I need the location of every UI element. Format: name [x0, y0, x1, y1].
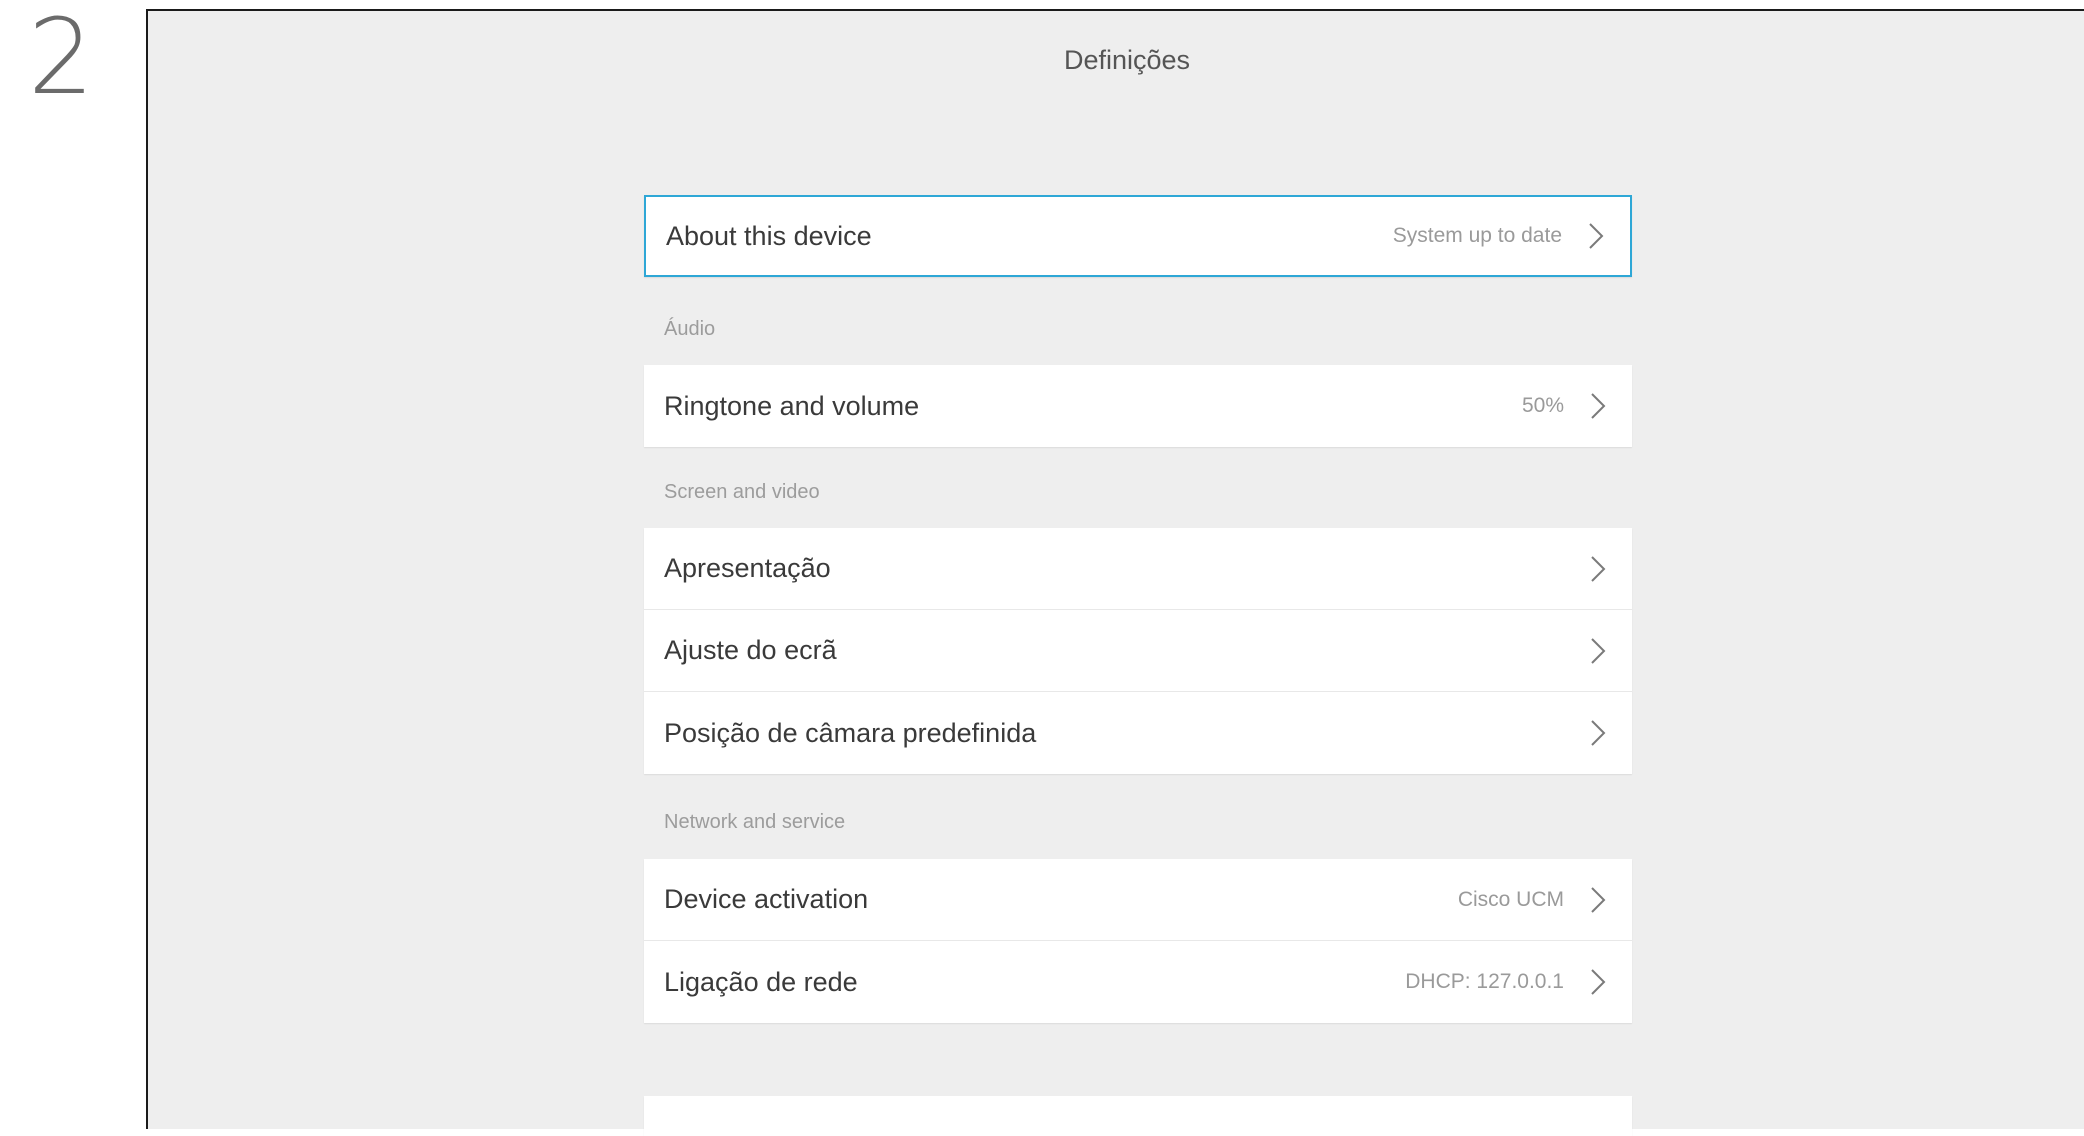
network-connection-value: DHCP: 127.0.0.1: [1405, 970, 1564, 993]
network-connection-item[interactable]: Ligação de rede DHCP: 127.0.0.1: [644, 941, 1632, 1023]
chevron-right-icon: [1591, 886, 1606, 913]
chevron-right-icon: [1591, 393, 1606, 419]
screen-adjust-item[interactable]: Ajuste do ecrã: [644, 610, 1632, 692]
chevron-right-icon: [1589, 223, 1604, 249]
audio-section: Áudio Ringtone and volume 50%: [644, 285, 1632, 447]
ringtone-volume-label: Ringtone and volume: [664, 390, 920, 421]
system-status-value: System up to date: [1392, 224, 1562, 247]
chevron-right-icon: [1591, 720, 1606, 746]
camera-preset-label: Posição de câmara predefinida: [664, 717, 1037, 748]
section-label-network: Network and service: [664, 810, 846, 833]
device-activation-value: Cisco UCM: [1457, 887, 1564, 911]
step-number: 2: [28, 0, 95, 118]
screen-video-card: Apresentação Ajuste do ecrã Posição de c…: [644, 528, 1632, 774]
about-group: About this device System up to date: [644, 195, 1632, 277]
camera-preset-item[interactable]: Posição de câmara predefinida: [644, 692, 1632, 774]
presentation-item[interactable]: Apresentação: [644, 528, 1632, 610]
volume-value: 50%: [1521, 394, 1564, 417]
network-service-section: Network and service Device activation Ci…: [644, 777, 1632, 1023]
page-title: Definições: [1063, 45, 1191, 75]
next-settings-card[interactable]: [644, 1096, 1632, 1136]
section-label-audio: Áudio: [664, 317, 716, 340]
device-activation-item[interactable]: Device activation Cisco UCM: [644, 859, 1632, 941]
screen-video-section: Screen and video Apresentação Ajuste do …: [644, 448, 1632, 774]
audio-card: Ringtone and volume 50%: [644, 365, 1632, 447]
screen-adjust-label: Ajuste do ecrã: [664, 635, 837, 665]
chevron-right-icon: [1591, 637, 1606, 664]
chevron-right-icon: [1591, 969, 1606, 995]
network-card: Device activation Cisco UCM Ligação de r…: [644, 859, 1632, 1023]
about-device-label: About this device: [666, 220, 872, 251]
device-activation-label: Device activation: [664, 884, 869, 914]
network-connection-label: Ligação de rede: [664, 966, 858, 997]
chevron-right-icon: [1591, 555, 1606, 582]
presentation-label: Apresentação: [664, 553, 831, 583]
about-card: About this device System up to date: [644, 195, 1632, 277]
section-label-screen-video: Screen and video: [664, 480, 820, 503]
about-device-item[interactable]: About this device System up to date: [646, 197, 1630, 275]
ringtone-volume-item[interactable]: Ringtone and volume 50%: [644, 365, 1632, 447]
settings-screen: Definições About this device System up t…: [146, 9, 2084, 1136]
